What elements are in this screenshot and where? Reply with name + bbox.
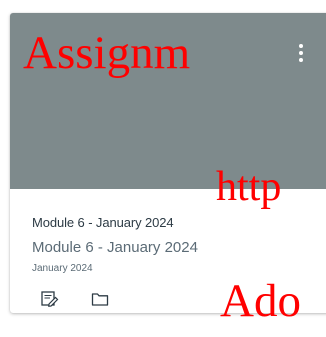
course-card-title[interactable]: Module 6 - January 2024	[32, 215, 174, 230]
course-card[interactable]: Module 6 - January 2024 Module 6 - Janua…	[10, 13, 326, 313]
assignment-edit-icon	[41, 291, 59, 307]
card-options-button[interactable]	[298, 44, 304, 64]
course-card-subtitle: Module 6 - January 2024	[32, 239, 198, 256]
files-button[interactable]	[90, 289, 110, 309]
more-vertical-icon	[299, 44, 303, 48]
course-card-hero[interactable]	[10, 13, 326, 189]
course-card-term: January 2024	[32, 263, 93, 274]
assignments-button[interactable]	[40, 289, 60, 309]
dashboard-view: Module 6 - January 2024 Module 6 - Janua…	[0, 0, 326, 337]
folder-icon	[91, 293, 109, 306]
